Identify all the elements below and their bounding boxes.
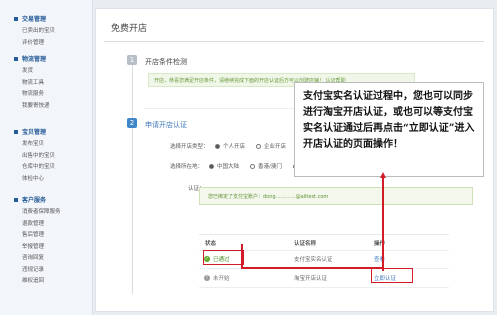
sidebar-item-rights[interactable]: 维权追回: [22, 276, 61, 284]
callout-text: 支付宝实名认证过程中，您也可以同步进行淘宝开店认证，或也可以等支付宝实名认证通过…: [303, 91, 475, 150]
sidebar-item-tools[interactable]: 物流工具: [22, 78, 50, 86]
radio-hkmo[interactable]: 香港/澳门: [250, 162, 282, 170]
shop-type-label: 选择开店类型：: [170, 144, 209, 150]
cert-name: 支付宝实名认证: [294, 257, 333, 263]
sidebar-title: 交易管理: [22, 16, 47, 23]
title-divider: [104, 41, 484, 42]
radio-icon[interactable]: [215, 143, 220, 149]
radio-icon[interactable]: [256, 143, 261, 149]
status-not-started: ! 未开始: [204, 274, 230, 282]
radio-enterprise[interactable]: 企业开店: [256, 142, 286, 150]
radio-label: 个人开店: [223, 144, 246, 150]
sidebar-heading: 物流管理: [14, 54, 50, 63]
sidebar-group-trade: 交易管理 已卖出的宝贝 评价管理: [14, 14, 55, 49]
step-number-1: 1: [127, 55, 137, 65]
header-name: 认证名称: [294, 240, 317, 247]
connector-line: [241, 244, 243, 269]
sidebar-title: 客户服务: [22, 197, 47, 204]
step-number-2: 2: [127, 118, 137, 128]
radio-mainland[interactable]: 中国大陆: [209, 162, 239, 170]
sidebar: 交易管理 已卖出的宝贝 评价管理 物流管理 发货 物流工具 物流服务 我要寄快递…: [0, 0, 93, 315]
sidebar-group-logistics: 物流管理 发货 物流工具 物流服务 我要寄快递: [14, 54, 50, 112]
section-heading-2: 申请开店认证: [145, 121, 187, 129]
sidebar-title: 物流管理: [22, 56, 47, 63]
sidebar-item-protection[interactable]: 消费者保障服务: [22, 207, 61, 215]
sidebar-group-goods: 宝贝管理 发布宝贝 出售中的宝贝 仓库中的宝贝 体检中心: [14, 127, 55, 185]
instruction-callout: 支付宝实名认证过程中，您也可以同步进行淘宝开店认证，或也可以等支付宝实名认证通过…: [294, 82, 484, 177]
sidebar-item-report[interactable]: 举报管理: [22, 242, 61, 250]
radio-icon[interactable]: [250, 163, 255, 169]
auth-status-box: 您已绑定了支付宝账户：dong…………@alitest.com: [199, 187, 473, 205]
radio-icon[interactable]: [209, 163, 214, 169]
square-icon: [14, 56, 18, 61]
sidebar-item-service[interactable]: 物流服务: [22, 89, 50, 97]
arrow-up-icon: [380, 172, 386, 178]
status-text: 未开始: [213, 276, 230, 282]
sidebar-heading: 宝贝管理: [14, 127, 55, 136]
sidebar-item-reply[interactable]: 咨询回复: [22, 253, 61, 261]
sidebar-item-onsale[interactable]: 出售中的宝贝: [22, 151, 55, 159]
square-icon: [14, 16, 18, 21]
connector-line: [241, 267, 384, 269]
radio-label: 中国大陆: [217, 164, 240, 170]
sidebar-item-refund[interactable]: 退款管理: [22, 219, 61, 227]
sidebar-heading: 客户服务: [14, 195, 61, 204]
square-icon: [14, 129, 18, 134]
sidebar-title: 宝贝管理: [22, 129, 47, 136]
sidebar-group-customer: 客户服务 消费者保障服务 退款管理 售后管理 举报管理 咨询回复 违规记录 维权…: [14, 195, 61, 288]
highlight-start-auth: [371, 268, 413, 283]
cert-name: 淘宝开店认证: [294, 276, 328, 282]
sidebar-item-review[interactable]: 评价管理: [22, 38, 55, 46]
header-status: 状态: [205, 240, 217, 247]
radio-label: 香港/澳门: [258, 164, 282, 170]
page-title: 免费开店: [111, 24, 148, 34]
step-timeline: [132, 64, 133, 294]
location-label: 选择所在地：: [170, 164, 204, 170]
sidebar-item-storage[interactable]: 仓库中的宝贝: [22, 162, 55, 170]
sidebar-item-check[interactable]: 体检中心: [22, 174, 55, 182]
sidebar-item-ship[interactable]: 发货: [22, 66, 50, 74]
sidebar-item-aftersale[interactable]: 售后管理: [22, 230, 61, 238]
sidebar-heading: 交易管理: [14, 14, 55, 23]
highlight-passed-status: [203, 250, 244, 265]
sidebar-item-sold[interactable]: 已卖出的宝贝: [22, 26, 55, 34]
callout-arrow-line: [382, 176, 384, 271]
square-icon: [14, 197, 18, 202]
radio-individual[interactable]: 个人开店: [215, 142, 245, 150]
table-header-row: 状态 认证名称 操作: [199, 235, 449, 251]
sidebar-item-publish[interactable]: 发布宝贝: [22, 139, 55, 147]
sidebar-item-express[interactable]: 我要寄快递: [22, 101, 50, 109]
info-icon: !: [204, 275, 210, 281]
sidebar-item-violations[interactable]: 违规记录: [22, 265, 61, 273]
section-heading-1: 开店条件检测: [145, 58, 187, 66]
radio-label: 企业开店: [264, 144, 287, 150]
